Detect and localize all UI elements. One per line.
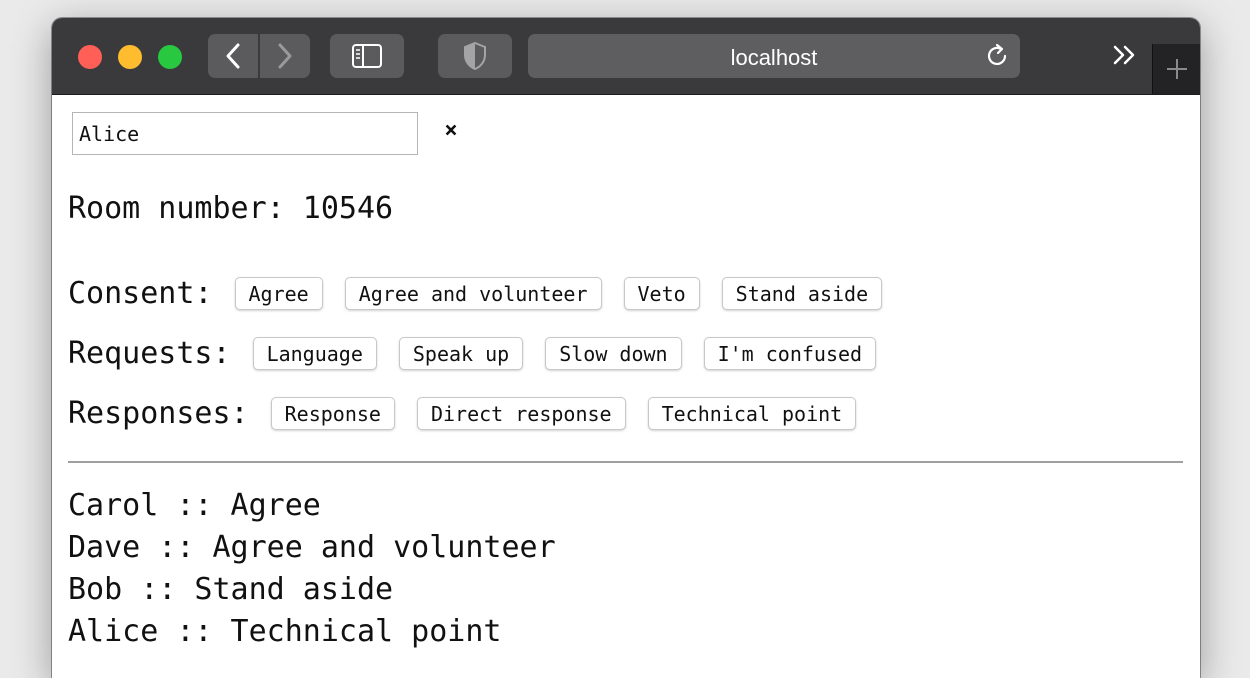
forward-button[interactable] <box>260 34 310 78</box>
technical-point-button[interactable]: Technical point <box>647 397 857 430</box>
log-entry: Carol :: Agree <box>68 488 321 523</box>
back-button[interactable] <box>208 34 258 78</box>
consent-label: Consent: <box>68 276 213 311</box>
sidebar-toggle-button[interactable] <box>330 34 404 78</box>
close-window-button[interactable] <box>78 45 102 69</box>
page-content: × Room number: 10546 Consent: Agree Agre… <box>52 95 1200 678</box>
slow-down-button[interactable]: Slow down <box>545 337 682 370</box>
requests-label: Requests: <box>68 336 231 371</box>
address-bar[interactable]: localhost <box>528 34 1020 78</box>
overflow-chevrons-icon[interactable] <box>1110 40 1140 70</box>
language-button[interactable]: Language <box>252 337 377 370</box>
plus-icon <box>1167 59 1187 79</box>
log-entry: Alice :: Technical point <box>68 614 502 649</box>
responses-row: Responses: Response Direct response Tech… <box>68 396 866 431</box>
log-entry: Bob :: Stand aside <box>68 572 394 607</box>
browser-toolbar: localhost <box>52 18 1200 95</box>
minimize-window-button[interactable] <box>118 45 142 69</box>
requests-row: Requests: Language Speak up Slow down I'… <box>68 336 886 371</box>
consent-row: Consent: Agree Agree and volunteer Veto … <box>68 276 892 311</box>
sidebar-icon <box>352 44 382 68</box>
veto-button[interactable]: Veto <box>623 277 700 310</box>
room-number: Room number: 10546 <box>68 191 394 226</box>
log-entry: Dave :: Agree and volunteer <box>68 530 556 565</box>
privacy-report-button[interactable] <box>438 34 512 78</box>
speak-up-button[interactable]: Speak up <box>398 337 524 370</box>
reload-icon[interactable] <box>984 43 1010 69</box>
zoom-window-button[interactable] <box>158 45 182 69</box>
agree-button[interactable]: Agree <box>234 277 323 310</box>
name-input[interactable] <box>72 112 418 155</box>
url-text: localhost <box>730 45 818 70</box>
chevron-right-icon <box>278 43 292 69</box>
divider <box>68 461 1183 463</box>
new-tab-button[interactable] <box>1152 44 1200 94</box>
chevron-left-icon <box>226 43 240 69</box>
im-confused-button[interactable]: I'm confused <box>703 337 877 370</box>
direct-response-button[interactable]: Direct response <box>416 397 626 430</box>
activity-log: Carol :: Agree Dave :: Agree and volunte… <box>68 485 556 653</box>
stand-aside-button[interactable]: Stand aside <box>721 277 883 310</box>
shield-icon <box>464 41 486 71</box>
browser-window: localhost × Room number: 10546 Consent: … <box>52 18 1200 678</box>
agree-and-volunteer-button[interactable]: Agree and volunteer <box>344 277 602 310</box>
responses-label: Responses: <box>68 396 249 431</box>
response-button[interactable]: Response <box>270 397 395 430</box>
clear-name-button[interactable]: × <box>440 119 462 143</box>
